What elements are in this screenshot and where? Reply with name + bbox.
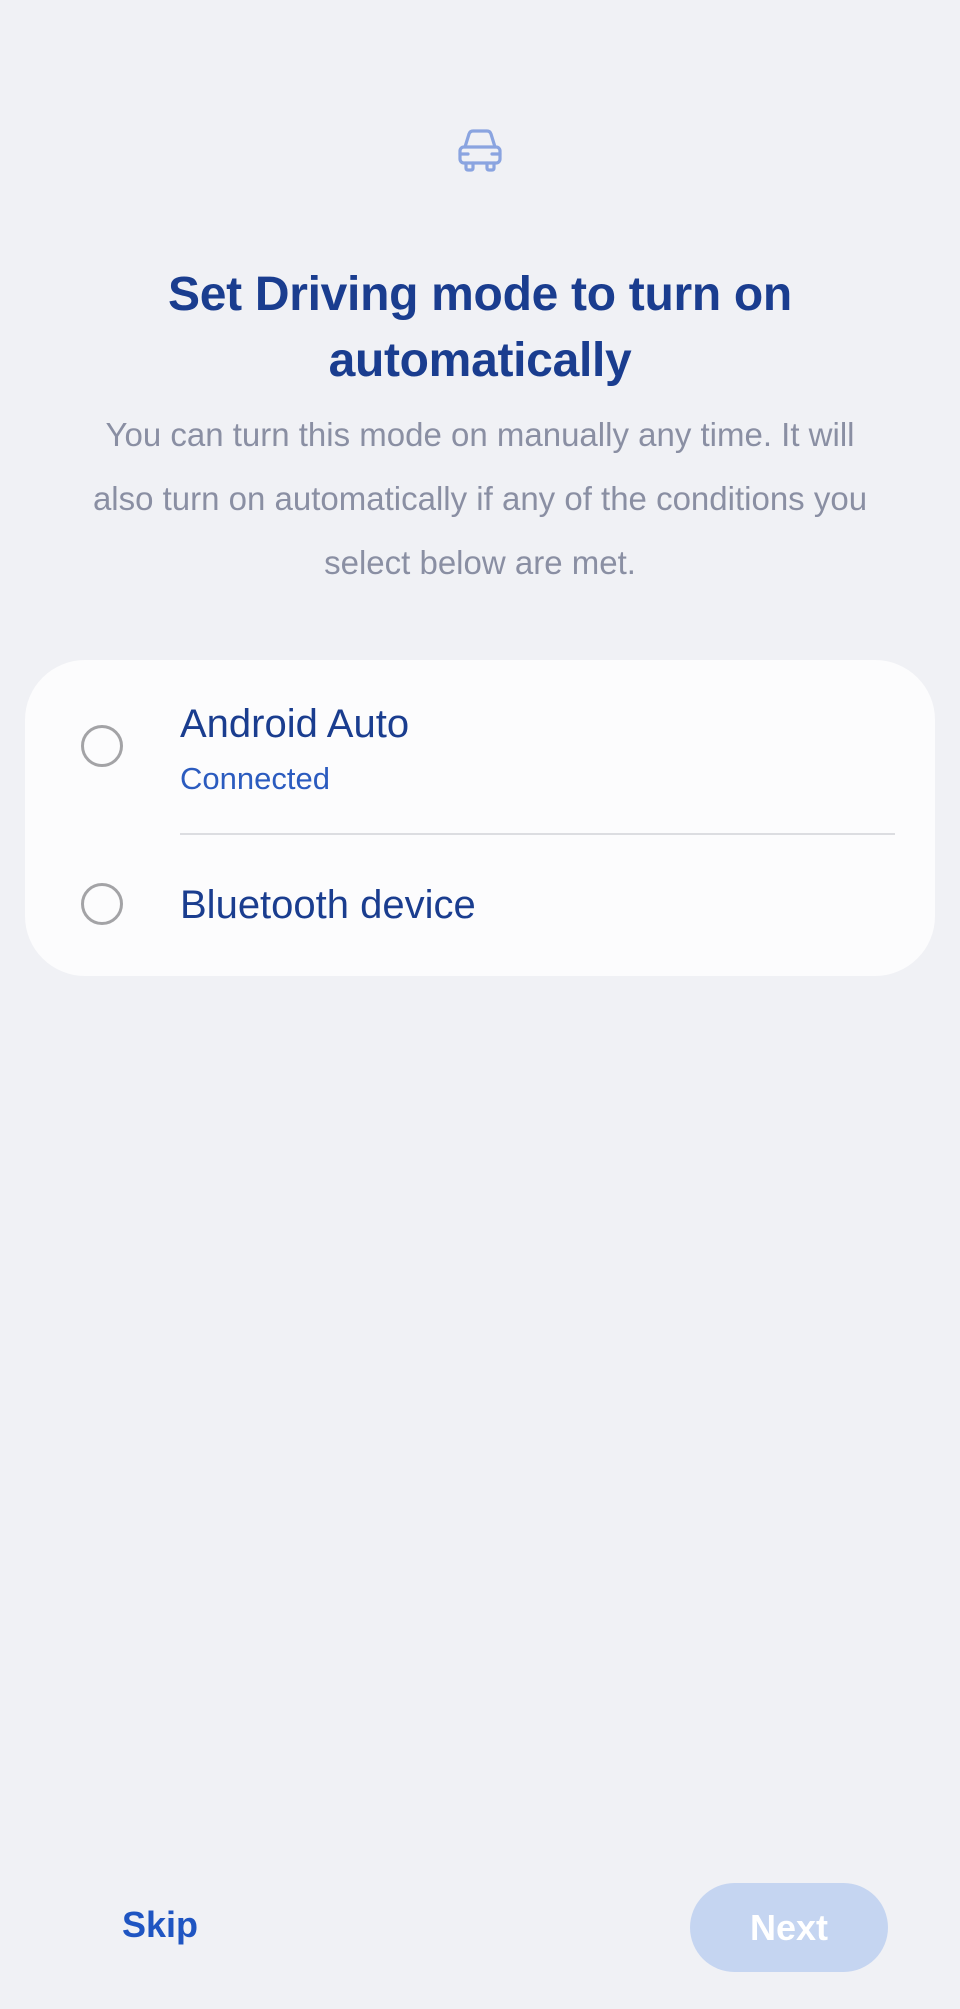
option-bluetooth-device[interactable]: Bluetooth device [25, 835, 935, 976]
option-android-auto[interactable]: Android Auto Connected [25, 660, 935, 835]
car-icon [455, 125, 505, 175]
page-title: Set Driving mode to turn on automaticall… [168, 268, 792, 387]
options-card: Android Auto Connected Bluetooth device [25, 660, 935, 976]
option-status: Connected [180, 761, 330, 796]
option-label: Bluetooth device [180, 883, 476, 927]
radio-button[interactable] [81, 883, 123, 925]
radio-button[interactable] [81, 725, 123, 767]
skip-button[interactable]: Skip [122, 1904, 198, 1946]
option-label: Android Auto [180, 702, 410, 746]
page-description: You can turn this mode on manually any t… [92, 416, 868, 581]
next-button[interactable]: Next [690, 1883, 888, 1972]
